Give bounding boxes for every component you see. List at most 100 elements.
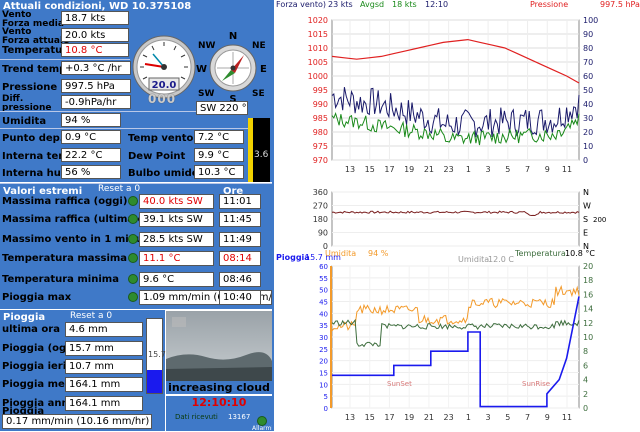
chart1-yright-tick: 10	[583, 142, 593, 151]
value-temperatura: 10.8 °C	[61, 43, 129, 57]
chart2-dir-label: E	[583, 229, 588, 238]
chart1-yleft-tick: 1020	[308, 16, 328, 25]
chart3-yleft-tick: 45	[319, 299, 328, 307]
label-dew-point: Dew Point	[128, 151, 186, 162]
gauge-digital: 000	[148, 92, 177, 106]
chart3-x-tick: 1	[466, 413, 471, 422]
chart2-dir-value: 200	[593, 216, 606, 224]
rain-reset[interactable]: Reset a 0	[70, 311, 112, 321]
chart1-x-tick: 9	[545, 165, 550, 174]
label-vento-attuale: Vento Forza attuale	[2, 27, 70, 46]
chart3-yright-tick: 4	[583, 376, 588, 385]
chart1-x-tick: 1	[466, 165, 471, 174]
value-punto-dep: 0.9 °C	[61, 130, 121, 144]
rain-gauge-value: 15.7	[148, 350, 166, 359]
chart2-y-tick: 270	[313, 202, 328, 211]
rain-label-2: Pioggia ieri	[2, 361, 67, 372]
value-vento-attuale: 20.0 kts	[61, 28, 129, 42]
chart3-yright-tick: 20	[583, 262, 593, 271]
chart3-yleft-tick: 50	[319, 287, 328, 295]
chart2-dir-label: W	[583, 202, 591, 211]
chart3-yleft-tick: 0	[324, 405, 328, 413]
chart1-yright-tick: 80	[583, 44, 593, 53]
chart3-yleft-tick: 40	[319, 310, 328, 318]
extreme-value-2: 28.5 kts SW	[139, 232, 214, 247]
chart1-yleft-tick: 1015	[308, 30, 328, 39]
chart3-yleft-tick: 30	[319, 334, 328, 342]
chart3-yright-tick: 10	[583, 333, 593, 342]
extreme-indicator-3	[128, 253, 138, 263]
compass-ne: NE	[252, 41, 266, 51]
rain-value-0: 4.6 mm	[65, 322, 143, 337]
chart1-x-tick: 23	[444, 165, 454, 174]
extremes-reset[interactable]: Reset a 0	[98, 184, 140, 194]
webcam-caption: increasing cloud	[166, 381, 272, 394]
chart1-yright-tick: 40	[583, 100, 593, 109]
chart2-y-tick: 90	[318, 229, 328, 238]
extreme-label-0: Massima raffica (oggi)	[2, 196, 128, 207]
extreme-indicator-1	[128, 214, 138, 224]
compass-reading: SW 220 °	[196, 101, 248, 115]
extreme-value-3: 11.1 °C	[139, 251, 214, 266]
chart3-x-tick: 9	[545, 413, 550, 422]
chart1-yleft-tick: 1000	[308, 72, 328, 81]
extreme-value-4: 9.6 °C	[139, 272, 214, 287]
value-dew-point: 9.9 °C	[194, 148, 244, 162]
compass-se: SE	[252, 89, 265, 99]
chart3-x-tick: 11	[562, 413, 572, 422]
chart1-yleft-tick: 980	[313, 128, 328, 137]
value-vento-media: 18.7 kts	[61, 11, 129, 25]
dati-label: Dati ricevuti	[175, 413, 218, 421]
chart1-x-tick: 3	[486, 165, 491, 174]
label-bulbo-umido: Bulbo umido	[128, 168, 199, 179]
extreme-indicator-5	[128, 292, 138, 302]
chart1-yright-tick: 70	[583, 58, 593, 67]
extreme-label-3: Temperatura massima	[2, 253, 128, 264]
label-temp-vento: Temp vento	[128, 133, 194, 144]
compass-n: N	[229, 31, 237, 42]
chart1-x-tick: 11	[562, 165, 572, 174]
rain-chart-umid-label: Umidita	[325, 249, 357, 258]
chart1-yleft-tick: 990	[313, 100, 328, 109]
rain-label-0: ultima ora	[2, 324, 60, 335]
chart3-yleft-tick: 15	[319, 370, 328, 378]
chart1-yright-tick: 30	[583, 114, 593, 123]
chart3-yright-tick: 8	[583, 347, 588, 356]
extreme-value-0: 40.0 kts SW	[139, 194, 214, 209]
extreme-time-1: 11:45	[219, 212, 261, 227]
chart3-x-tick: 17	[384, 413, 394, 422]
chart3-yleft-tick: 35	[319, 322, 328, 330]
chart1-yright-tick: 0	[583, 156, 588, 165]
chart1-x-tick: 7	[525, 165, 530, 174]
chart3-x-tick: 15	[365, 413, 375, 422]
chart2-dir-label: N	[583, 188, 589, 197]
value-temp-vento: 7.2 °C	[194, 130, 244, 144]
chart3-yleft-tick: 10	[319, 381, 328, 389]
chart2-dir-label: S	[583, 215, 588, 224]
chart3-x-tick: 21	[424, 413, 434, 422]
value-interna-temp: 22.2 °C	[61, 148, 121, 162]
rain-value-3: 164.1 mm	[65, 377, 143, 392]
extreme-indicator-2	[128, 234, 138, 244]
extreme-time-2: 11:49	[219, 232, 261, 247]
side-meter-fill	[248, 118, 253, 182]
chart1-yleft-tick: 995	[313, 86, 328, 95]
chart1-yleft-tick: 975	[313, 142, 328, 151]
chart1-yleft-tick: 1010	[308, 44, 328, 53]
value-pressione: 997.5 hPa	[61, 79, 131, 93]
chart3-yright-tick: 16	[583, 290, 593, 299]
extreme-time-5: 10:40	[219, 290, 261, 305]
rain-chart-umid-value: 94 %	[368, 249, 389, 258]
sunset-label: SunSet	[387, 380, 412, 388]
label-trend-temp: Trend temp	[2, 64, 67, 75]
chart3-x-tick: 7	[525, 413, 530, 422]
rain-humidity-chart: 6055504540353025201510502018161412108642…	[319, 262, 593, 422]
chart1-x-tick: 19	[404, 165, 414, 174]
chart3-yright-tick: 6	[583, 361, 588, 370]
rain-value-1: 15.7 mm	[65, 341, 143, 356]
compass-nw: NW	[198, 41, 216, 51]
chart3-x-tick: 19	[404, 413, 414, 422]
value-bulbo-umido: 10.3 °C	[194, 165, 244, 179]
side-meter-value: 3.6	[254, 150, 269, 160]
rain-chart-temp-value: 10.8 °C	[565, 249, 595, 258]
